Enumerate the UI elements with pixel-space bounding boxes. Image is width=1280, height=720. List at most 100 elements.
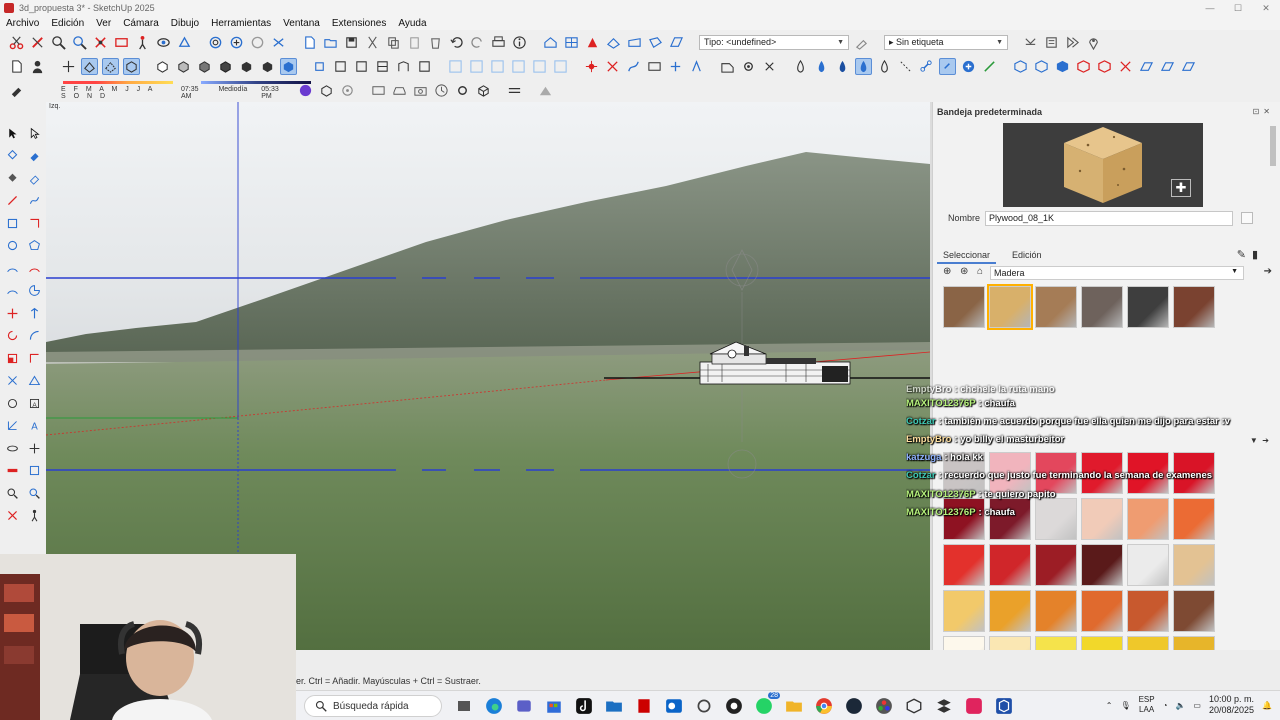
axes-tool-icon[interactable] <box>552 58 569 75</box>
cut-icon[interactable] <box>8 34 25 51</box>
rotate-tool-icon[interactable] <box>4 327 21 344</box>
obs-icon[interactable] <box>724 696 744 716</box>
arc-3-icon[interactable] <box>4 282 21 299</box>
material-swatch[interactable] <box>1127 590 1169 632</box>
material-swatch[interactable] <box>1173 544 1215 586</box>
settings-app-icon[interactable] <box>694 696 714 716</box>
sample-paint-icon[interactable]: ✎ <box>1237 249 1252 261</box>
menu-ver[interactable]: Ver <box>90 18 117 29</box>
settings-icon[interactable] <box>740 58 757 75</box>
gear-extension-icon[interactable] <box>454 82 471 99</box>
monochrome-icon[interactable] <box>217 58 234 75</box>
scale-tool-icon[interactable] <box>604 58 621 75</box>
freehand-tool-icon[interactable] <box>26 192 43 209</box>
capcut-icon[interactable] <box>934 696 954 716</box>
forward-icon[interactable]: ⊛ <box>960 266 971 277</box>
close-icon[interactable]: ✕ <box>1252 0 1280 16</box>
outlook-icon[interactable] <box>664 696 684 716</box>
line-green-icon[interactable] <box>981 58 998 75</box>
tape-icon[interactable] <box>4 372 21 389</box>
teams-icon[interactable] <box>514 696 534 716</box>
task-view-icon[interactable] <box>454 696 474 716</box>
geo-location-icon[interactable] <box>1085 34 1102 51</box>
section-display-icon[interactable] <box>668 34 685 51</box>
road-icon[interactable] <box>506 82 523 99</box>
close-icon[interactable]: ✕ <box>1263 107 1274 116</box>
paint-bucket-icon[interactable] <box>4 147 21 164</box>
car-icon[interactable] <box>391 82 408 99</box>
box-3d-icon[interactable] <box>475 82 492 99</box>
zoom-icon[interactable] <box>50 34 67 51</box>
menu-archivo[interactable]: Archivo <box>0 18 45 29</box>
create-material-button[interactable]: ✚ <box>1171 179 1191 197</box>
material-swatch[interactable] <box>987 284 1033 330</box>
material-swatch[interactable] <box>943 544 985 586</box>
material-swatch[interactable] <box>1127 286 1169 328</box>
folder-icon[interactable] <box>784 696 804 716</box>
section-cut-tool-icon[interactable] <box>4 462 21 479</box>
microphone-icon[interactable]: 🎙 <box>1120 701 1130 710</box>
position-camera-icon[interactable] <box>176 34 193 51</box>
material-swatch[interactable] <box>943 590 985 632</box>
hex-4-icon[interactable] <box>1075 58 1092 75</box>
material-swatch[interactable] <box>1081 590 1123 632</box>
material-swatch[interactable] <box>989 544 1031 586</box>
menu-extensiones[interactable]: Extensiones <box>326 18 392 29</box>
menu-ayuda[interactable]: Ayuda <box>392 18 432 29</box>
look-around-icon[interactable] <box>155 34 172 51</box>
arc-icon[interactable] <box>4 260 21 277</box>
perspective-icon[interactable] <box>374 58 391 75</box>
home-icon[interactable]: ⌂ <box>977 266 988 277</box>
dimensions-icon[interactable] <box>468 58 485 75</box>
tag-dropdown[interactable]: ▸ Sin etiqueta ▼ <box>884 34 1008 50</box>
language-indicator[interactable]: ESP LAA <box>1139 695 1155 715</box>
tipo-dropdown[interactable]: Tipo: <undefined> ▼ <box>699 34 849 50</box>
chat-username[interactable]: Cotzar <box>906 470 936 481</box>
circle-icon[interactable] <box>4 237 21 254</box>
parallel-icon[interactable] <box>416 58 433 75</box>
text-tool-icon[interactable] <box>531 58 548 75</box>
hex-3-icon[interactable] <box>1054 58 1071 75</box>
dimension-tool-icon[interactable] <box>646 58 663 75</box>
menu-edicion[interactable]: Edición <box>45 18 90 29</box>
right-view-icon[interactable] <box>311 58 328 75</box>
zoom-extents-icon[interactable] <box>207 34 224 51</box>
front-view-icon[interactable] <box>280 57 297 75</box>
maximize-icon[interactable]: ☐ <box>1224 0 1252 16</box>
sketchup-taskbar-icon[interactable] <box>994 696 1014 716</box>
chevron-up-icon[interactable]: ⌃ <box>1106 701 1113 710</box>
chat-username[interactable]: EmptyBro <box>906 384 951 394</box>
next-view-icon[interactable] <box>270 34 287 51</box>
material-swatch[interactable] <box>1035 590 1077 632</box>
sandbox-2-icon[interactable] <box>1159 58 1176 75</box>
walk-icon[interactable] <box>134 34 151 51</box>
user-account-icon[interactable] <box>29 58 46 75</box>
dashed-icon[interactable] <box>897 58 914 75</box>
drop-grey-icon[interactable] <box>876 58 893 75</box>
delete-icon[interactable] <box>427 34 444 51</box>
chat-username[interactable]: Cotzar <box>906 416 936 427</box>
trash-icon[interactable]: ▮ <box>1252 249 1264 261</box>
terrain-icon[interactable] <box>537 82 554 99</box>
hidden-line-icon[interactable] <box>154 58 171 75</box>
iso-view-icon[interactable] <box>238 58 255 75</box>
open-file-icon[interactable] <box>322 34 339 51</box>
davinci-icon[interactable] <box>874 696 894 716</box>
whatsapp-icon[interactable]: 28 <box>754 692 780 716</box>
undo-icon[interactable] <box>448 34 465 51</box>
acrobat-icon[interactable] <box>634 696 654 716</box>
left-view-icon[interactable] <box>353 58 370 75</box>
offset-tool-icon[interactable] <box>26 350 43 367</box>
hex-2-icon[interactable] <box>1033 58 1050 75</box>
explorer-icon[interactable] <box>604 696 624 716</box>
unity-icon[interactable] <box>904 696 924 716</box>
back-view-icon[interactable] <box>332 58 349 75</box>
rectangle-icon[interactable] <box>4 215 21 232</box>
pie-icon[interactable] <box>26 282 43 299</box>
hex-6-icon[interactable] <box>1117 58 1134 75</box>
display-secondary-icon[interactable] <box>1241 212 1253 224</box>
top-view-icon[interactable] <box>259 58 276 75</box>
back-edges-icon[interactable] <box>102 57 119 75</box>
menu-herramientas[interactable]: Herramientas <box>205 18 277 29</box>
scenes-icon[interactable] <box>1064 34 1081 51</box>
